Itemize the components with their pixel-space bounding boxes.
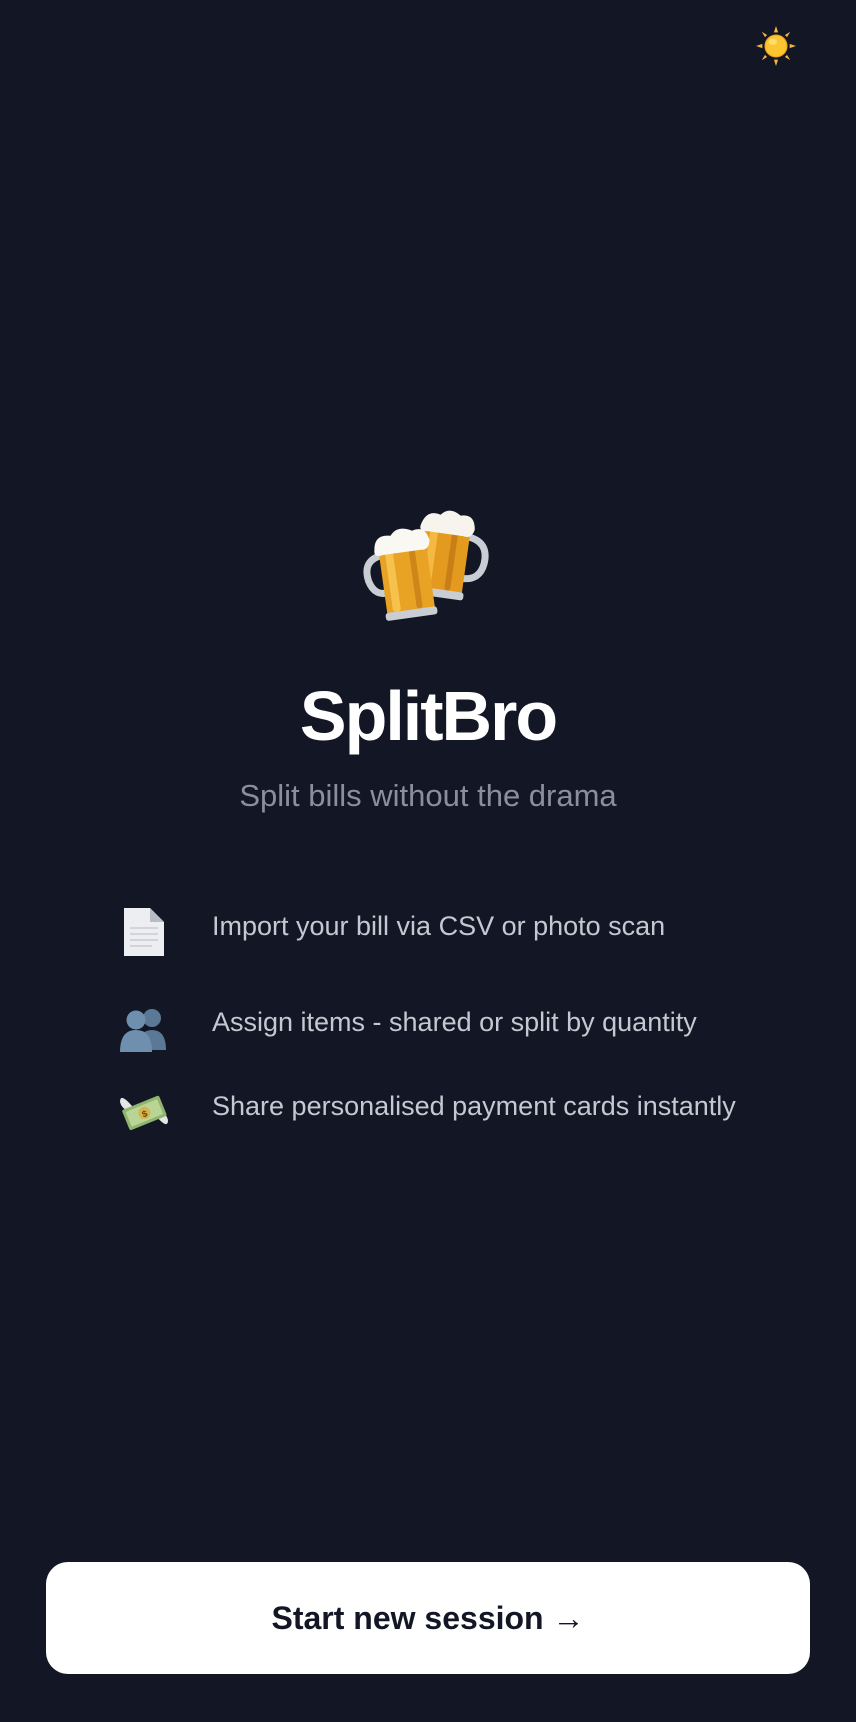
feature-text: Share personalised payment cards instant… <box>212 1091 736 1121</box>
feature-item-assign: Assign items - shared or split by quanti… <box>118 1002 758 1054</box>
people-icon <box>120 1009 166 1052</box>
app-title: SplitBro <box>299 677 558 755</box>
feature-item-import: Import your bill via CSV or photo scan <box>118 906 758 958</box>
sun-icon <box>756 26 796 66</box>
start-new-session-button[interactable]: Start new session → <box>46 1562 810 1674</box>
document-icon <box>124 908 164 956</box>
app-tagline: Split bills without the drama <box>239 778 617 813</box>
money-wings-icon: $ <box>120 1095 168 1131</box>
theme-toggle-button[interactable] <box>752 22 800 70</box>
beer-mugs-icon <box>363 510 489 621</box>
feature-text: Import your bill via CSV or photo scan <box>212 911 666 941</box>
feature-item-share: $ Share personalised payment cards insta… <box>118 1086 758 1138</box>
feature-text: Assign items - shared or split by quanti… <box>212 1007 697 1037</box>
